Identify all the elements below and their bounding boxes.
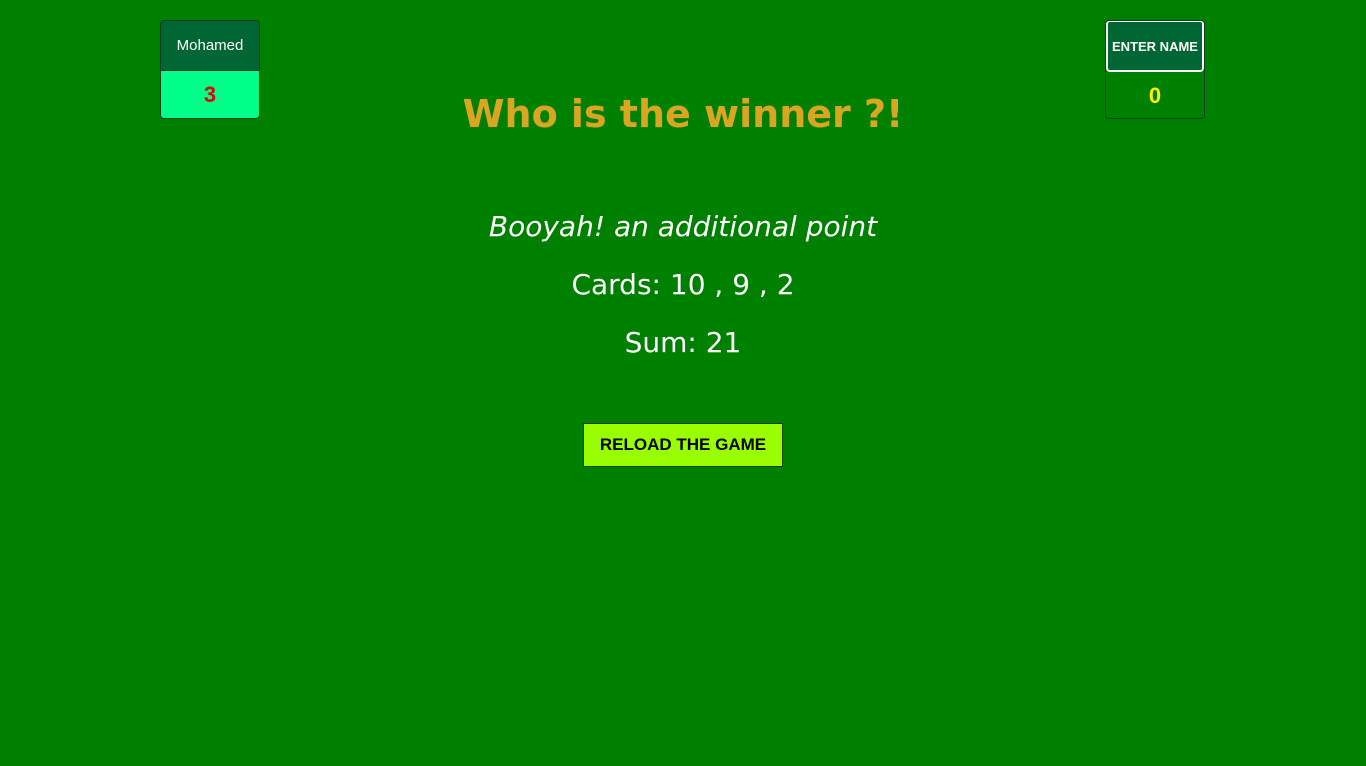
player1-name: Mohamed (161, 21, 259, 71)
reload-game-button[interactable]: RELOAD THE GAME (583, 423, 783, 467)
cards-line: Cards: 10 , 9 , 2 (571, 268, 795, 301)
player2-name-input[interactable] (1106, 21, 1204, 72)
game-board: Mohamed 3 0 Who is the winner ?! Booyah!… (0, 0, 1366, 766)
winner-title: Who is the winner ?! (462, 92, 904, 136)
result-message: Booyah! an additional point (488, 210, 878, 243)
sum-line: Sum: 21 (624, 326, 742, 359)
